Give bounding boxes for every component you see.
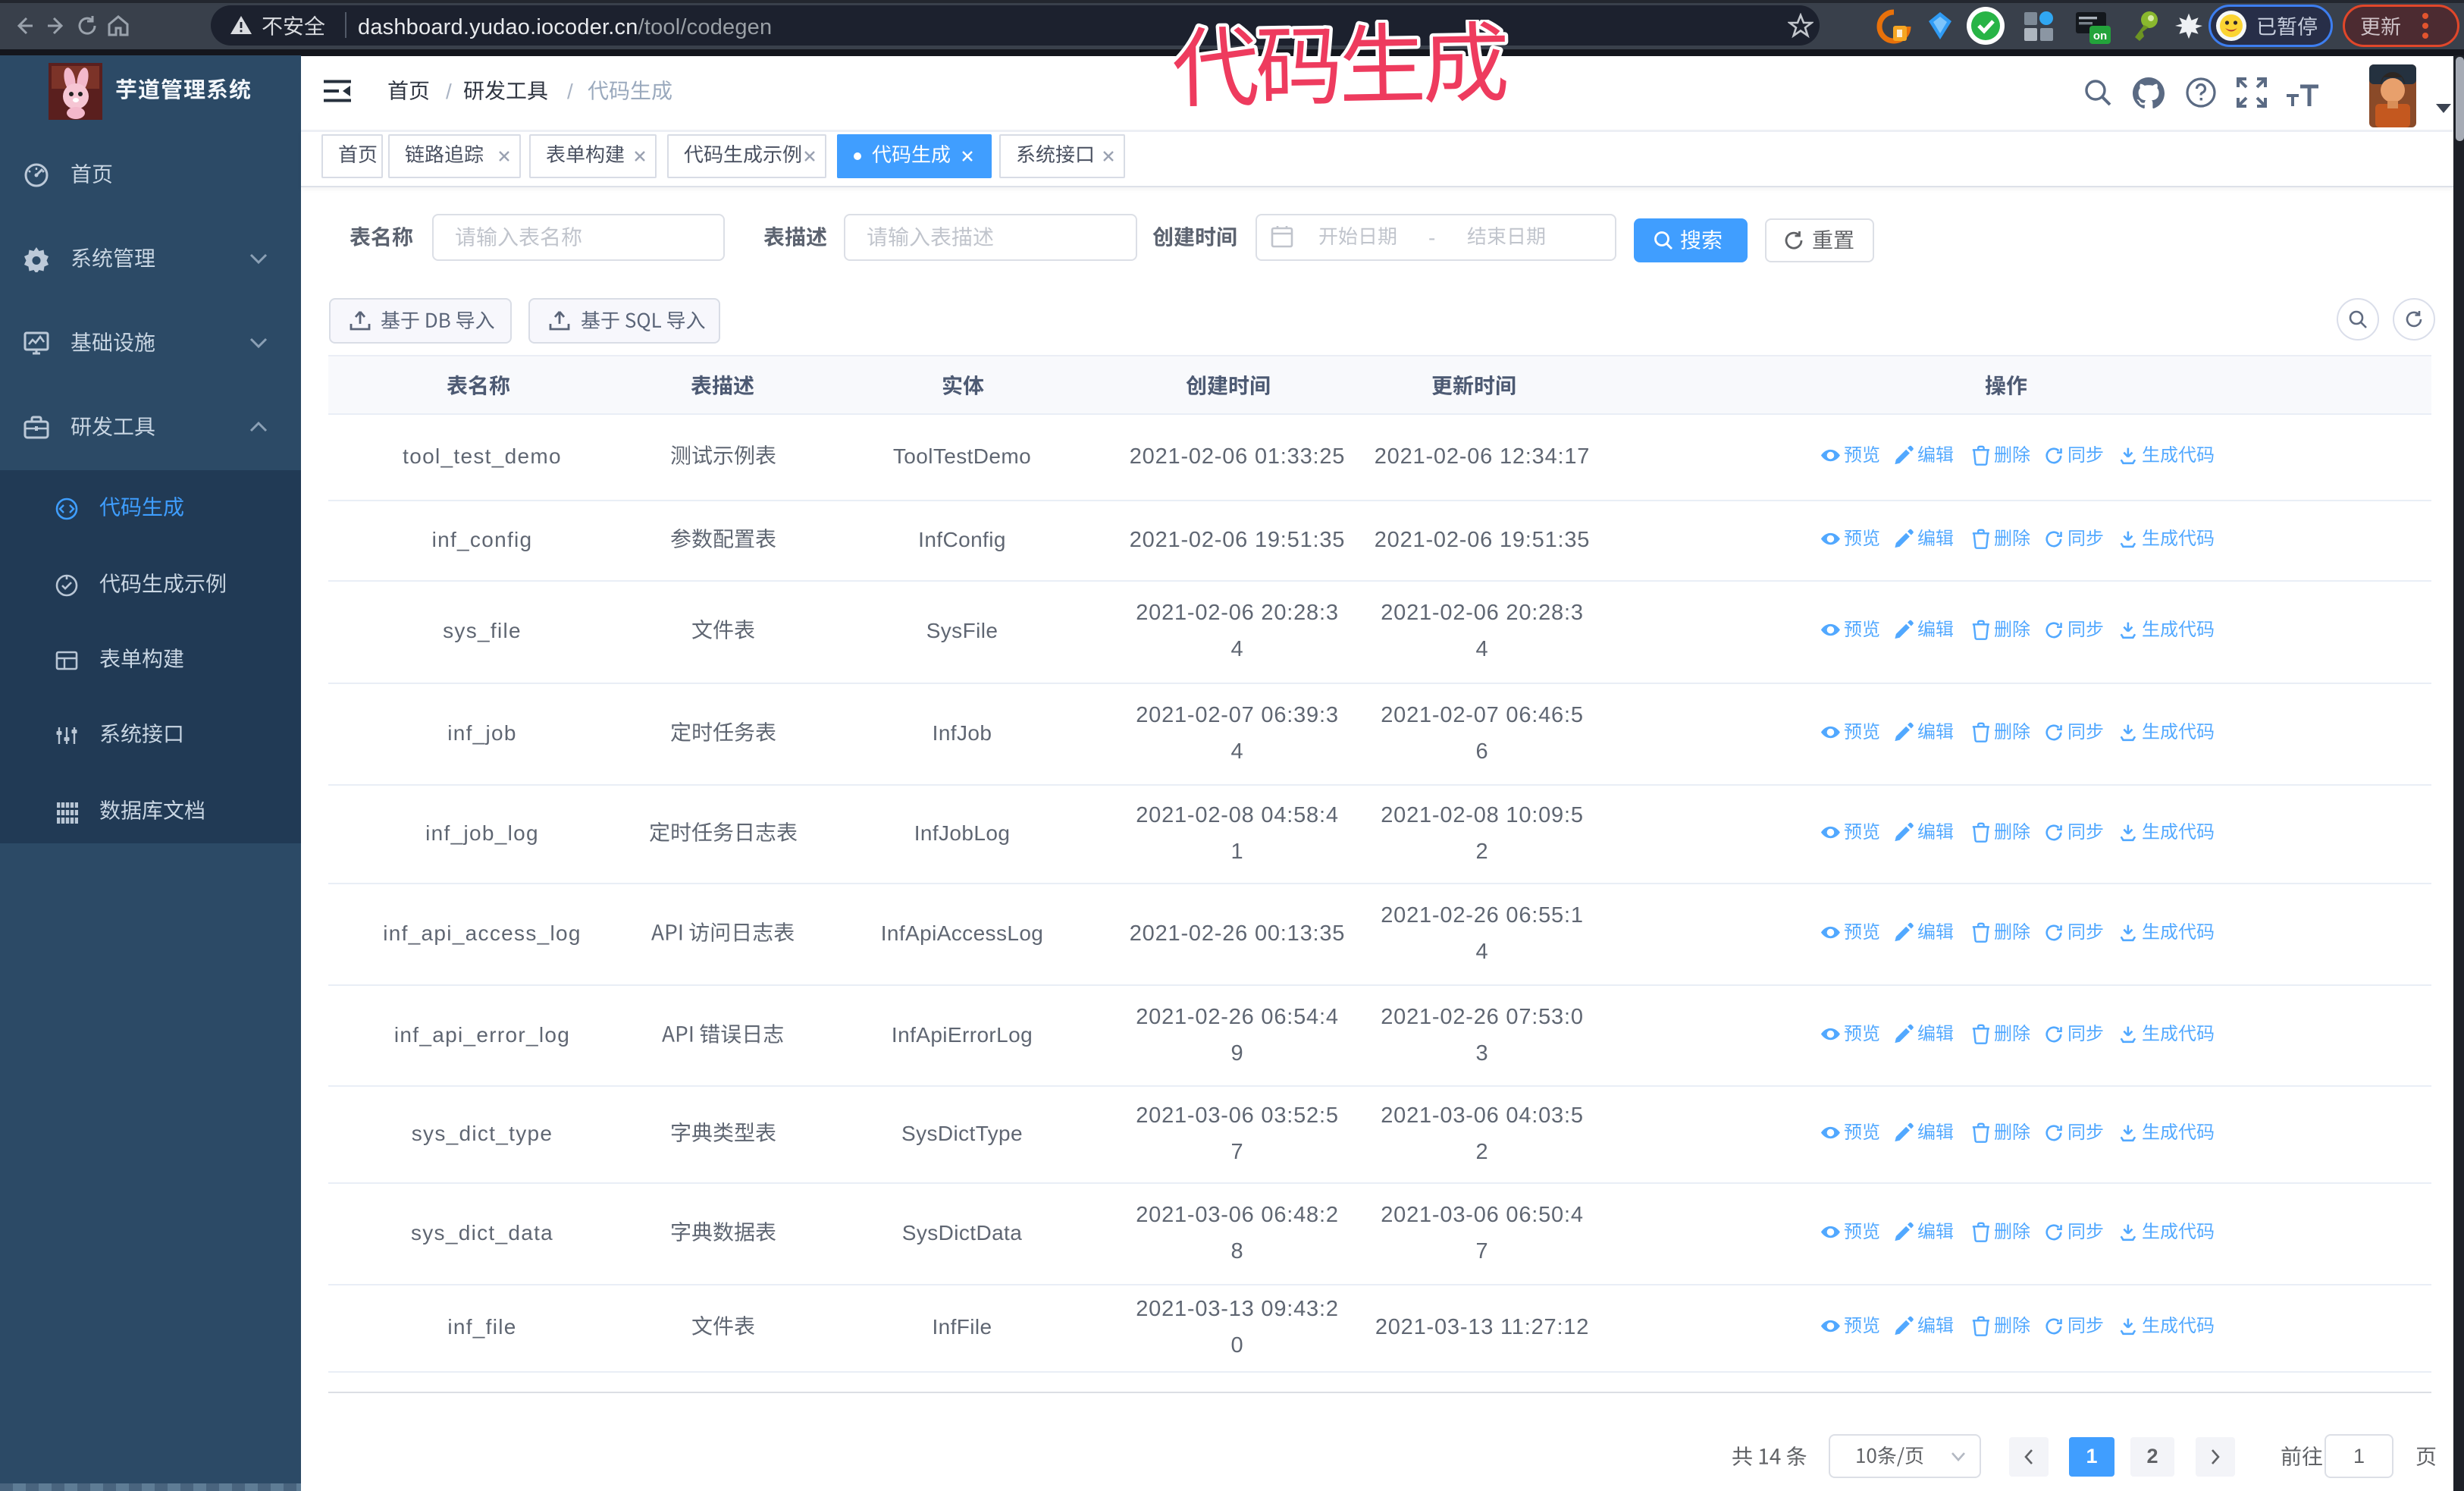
- svg-text:on: on: [2093, 30, 2107, 42]
